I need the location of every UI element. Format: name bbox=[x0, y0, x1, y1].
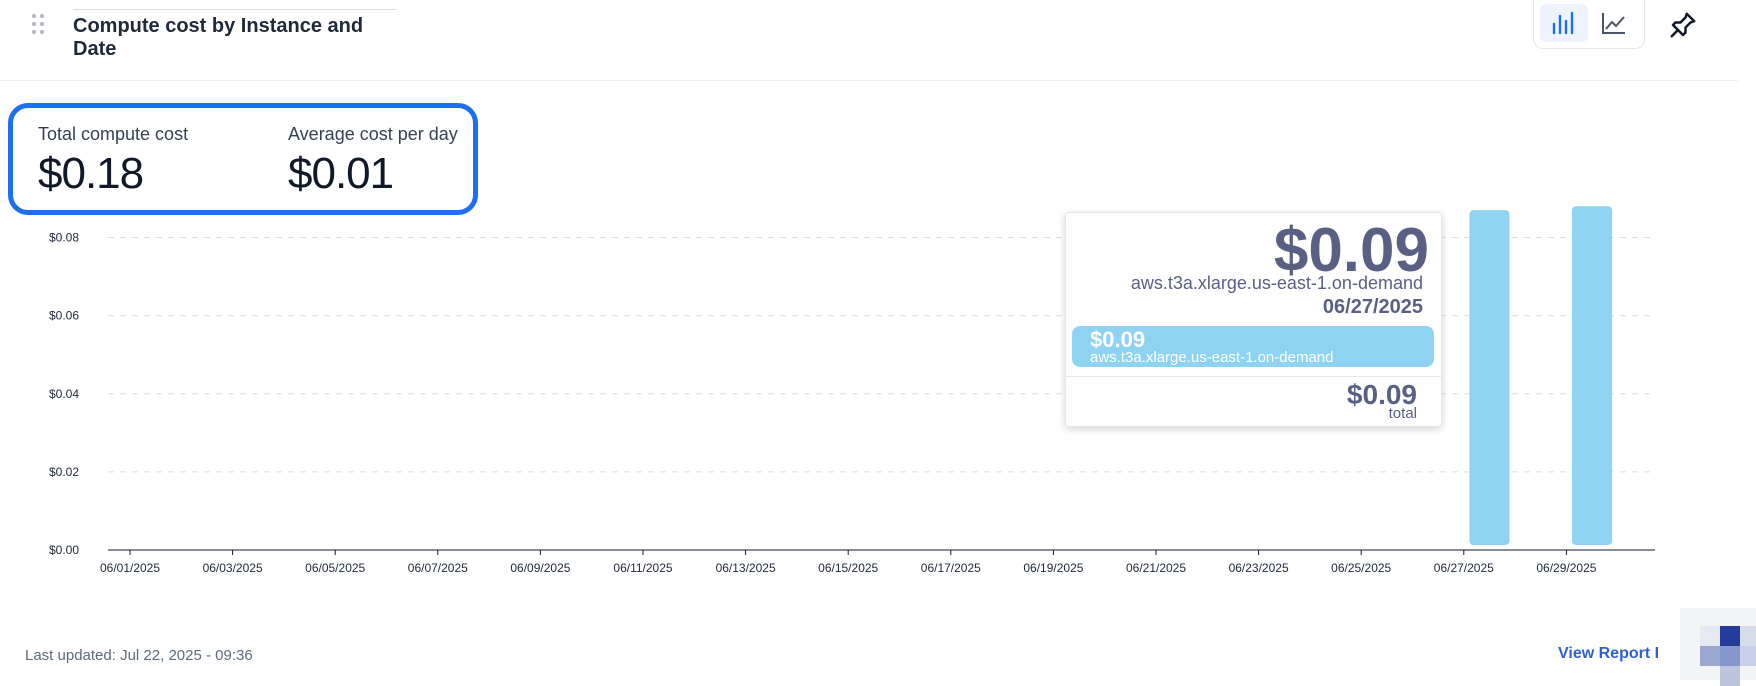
x-tick-label: 06/25/2025 bbox=[1331, 561, 1391, 575]
y-tick-label: $0.06 bbox=[49, 309, 79, 323]
line-chart-button[interactable] bbox=[1590, 4, 1638, 42]
tooltip-divider bbox=[1066, 376, 1441, 377]
bar[interactable] bbox=[1572, 206, 1613, 545]
line-chart-icon bbox=[1602, 13, 1625, 34]
widget-header: Compute cost by Instance and Date bbox=[0, 0, 1738, 81]
x-tick-label: 06/13/2025 bbox=[716, 561, 776, 575]
x-tick-label: 06/27/2025 bbox=[1434, 561, 1494, 575]
x-tick-label: 06/19/2025 bbox=[1023, 561, 1083, 575]
bar-chart: $0.00 $0.02 $0.04 $0.06 $0.08 06/01/2025 06/03… bbox=[49, 206, 1655, 575]
y-tick-label: $0.08 bbox=[49, 231, 79, 245]
drag-handle-icon[interactable] bbox=[32, 14, 46, 36]
x-tick-label: 06/07/2025 bbox=[408, 561, 468, 575]
kpi-value: $0.01 bbox=[288, 149, 394, 198]
kpi-summary: Total compute cost $0.18 Average cost pe… bbox=[8, 103, 478, 215]
kpi-average-cost: Average cost per day $0.01 bbox=[288, 124, 458, 199]
bar-chart-icon bbox=[1552, 11, 1574, 35]
x-tick-label: 06/09/2025 bbox=[510, 561, 570, 575]
kpi-label: Total compute cost bbox=[38, 124, 189, 144]
chart-tooltip: $0.09 aws.t3a.xlarge.us-east-1.on-demand… bbox=[1065, 212, 1442, 427]
x-tick-label: 06/23/2025 bbox=[1229, 561, 1289, 575]
kpi-total-cost: Total compute cost $0.18 bbox=[38, 124, 188, 199]
view-report-link[interactable]: View Report D bbox=[1558, 645, 1658, 663]
pin-button[interactable] bbox=[1668, 10, 1698, 40]
x-tick-label: 06/11/2025 bbox=[613, 561, 672, 575]
tooltip-instance: aws.t3a.xlarge.us-east-1.on-demand bbox=[1130, 273, 1423, 293]
bar-chart-button[interactable] bbox=[1540, 4, 1588, 42]
y-tick-label: $0.02 bbox=[49, 465, 79, 479]
x-tick-label: 06/01/2025 bbox=[100, 561, 160, 575]
x-tick-label: 06/15/2025 bbox=[818, 561, 878, 575]
last-updated: Last updated: Jul 22, 2025 - 09:36 bbox=[25, 647, 253, 664]
kpi-label: Average cost per day bbox=[288, 124, 458, 144]
y-tick-label: $0.04 bbox=[49, 387, 79, 401]
chart-title: Compute cost by Instance and Date bbox=[73, 9, 396, 61]
brand-logo-icon bbox=[1680, 608, 1756, 686]
y-tick-label: $0.00 bbox=[49, 543, 79, 557]
chart-type-toggle bbox=[1533, 0, 1645, 49]
tooltip-date: 06/27/2025 bbox=[1322, 296, 1423, 318]
kpi-value: $0.18 bbox=[38, 149, 144, 198]
tooltip-row-label: aws.t3a.xlarge.us-east-1.on-demand bbox=[1090, 349, 1334, 366]
pin-icon bbox=[1670, 12, 1696, 38]
tooltip-series-row: $0.09 aws.t3a.xlarge.us-east-1.on-demand bbox=[1072, 326, 1434, 367]
x-tick-label: 06/03/2025 bbox=[203, 561, 263, 575]
x-tick-label: 06/17/2025 bbox=[921, 561, 981, 575]
x-tick-label: 06/05/2025 bbox=[305, 561, 365, 575]
x-tick-label: 06/21/2025 bbox=[1126, 561, 1186, 575]
bar[interactable] bbox=[1469, 210, 1510, 545]
x-tick-label: 06/29/2025 bbox=[1536, 561, 1596, 575]
tooltip-total-label: total bbox=[1388, 405, 1417, 422]
